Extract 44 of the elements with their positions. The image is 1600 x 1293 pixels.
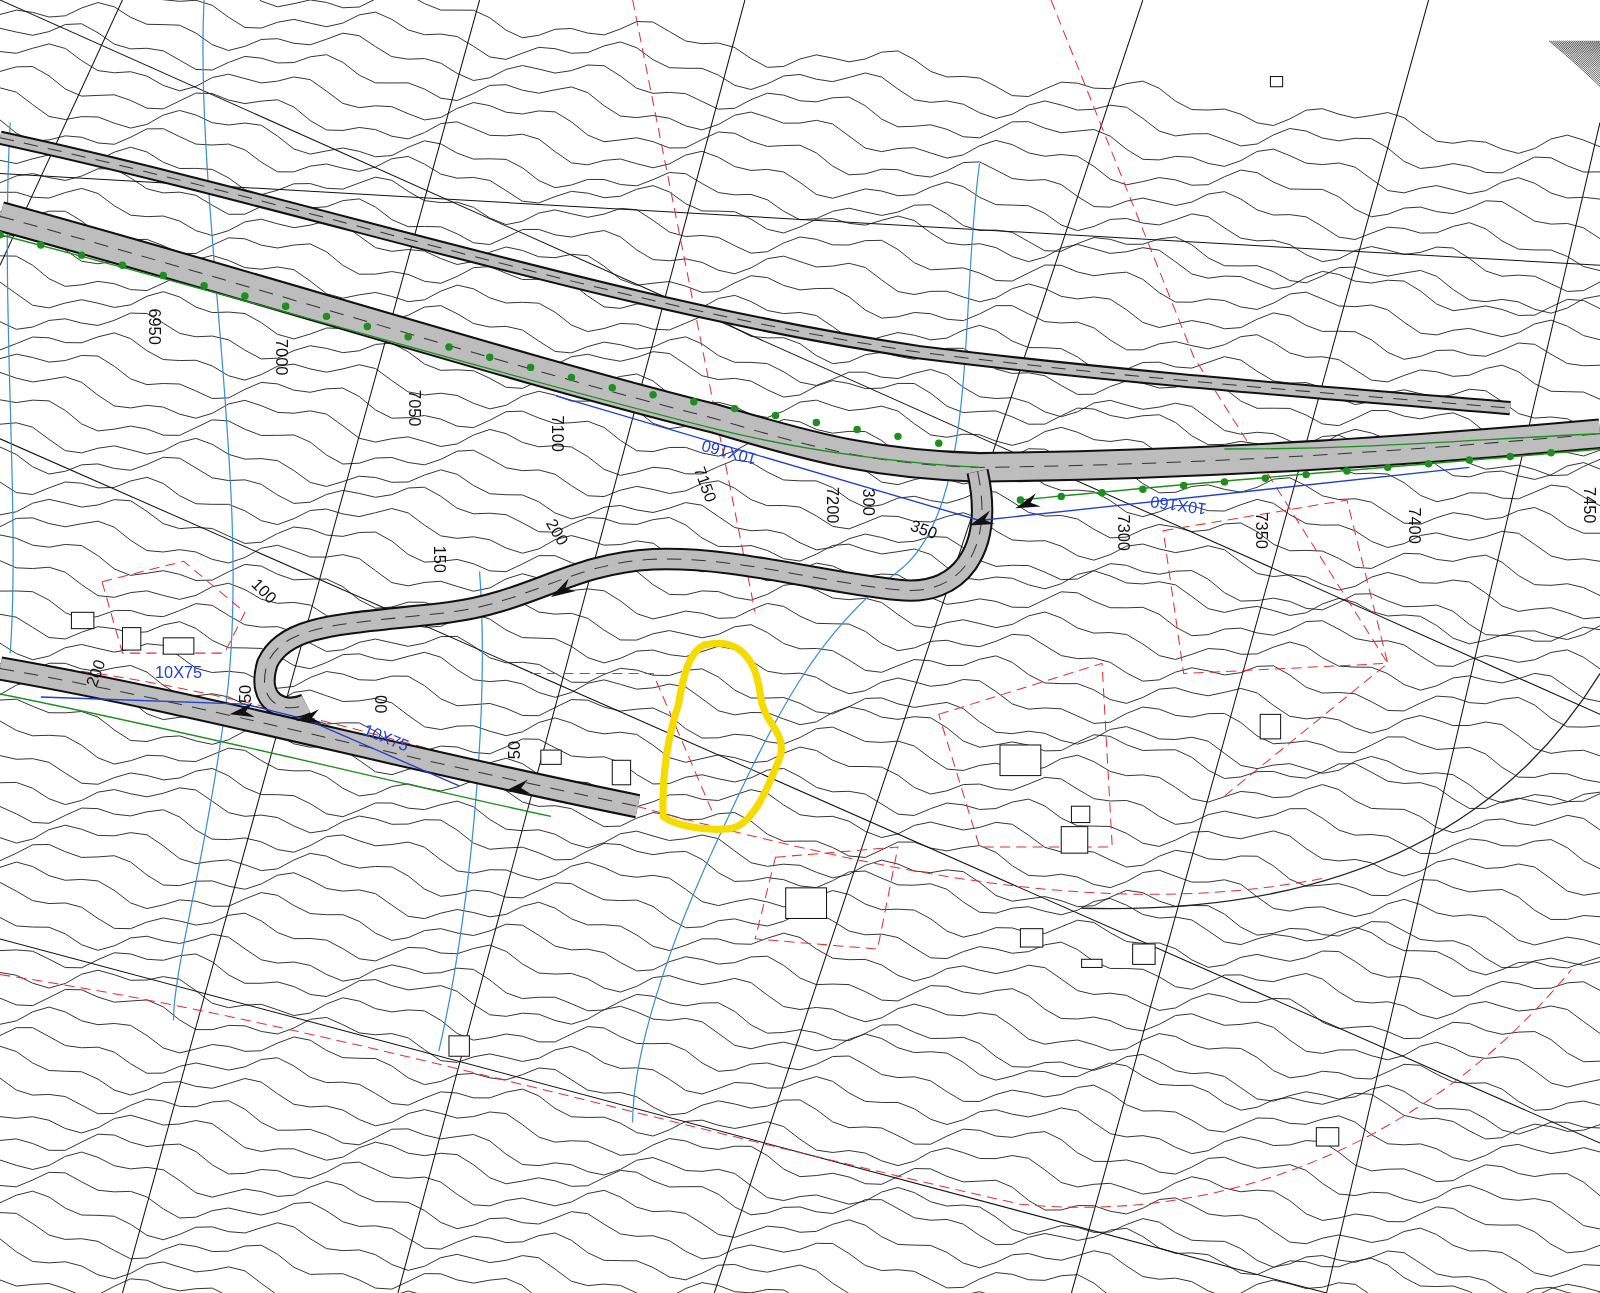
building-outline [1081,958,1103,968]
building-outline [999,744,1042,777]
building-outline [1315,1127,1340,1147]
building-outline [1132,943,1156,965]
direction-arrow [505,779,531,794]
culvert-label: 10X75 [155,662,203,681]
building-outline [1269,76,1284,88]
chainage-label: 200 [543,515,573,549]
chainage-label: 300 [860,488,879,516]
chainage-label: 7000 [273,339,292,376]
chainage-label: 7200 [824,487,843,524]
building-outline [70,611,95,630]
culvert-label: 10X160 [1149,493,1208,519]
chainage-label: 350 [908,515,940,543]
direction-arrow [1015,493,1041,509]
chainage-label: 7450 [1581,487,1600,524]
direction-arrow [969,510,995,526]
culvert-label: 10X75 [361,720,412,755]
building-outline [1259,713,1282,740]
chainage-label: 7400 [1405,507,1424,544]
chainage-label: 50 [504,741,523,760]
direction-arrow [295,709,322,724]
chainage-label: 7100 [548,415,567,452]
building-outline [1070,805,1091,824]
building-outline [540,749,562,765]
building-outline [1019,928,1044,948]
chainage-label: 100 [248,574,281,607]
building-outline [121,627,142,651]
building-outline [611,759,632,786]
chainage-label: 7350 [1252,512,1271,549]
chainage-label: 150 [431,545,450,573]
building-outline [448,1035,470,1057]
building-outline [1060,826,1089,854]
building-outline [162,637,195,655]
chainage-label: 00 [372,695,391,714]
building-outline [785,887,828,919]
chainage-label: 7300 [1115,514,1134,551]
chainage-label: 6950 [145,308,164,345]
chainage-label: 50 [236,684,255,704]
direction-arrow [229,703,255,718]
chainage-label: 200 [82,657,109,689]
chainage-label: 7050 [405,390,424,427]
chainage-label: 7150 [691,464,721,505]
direction-arrow [551,578,576,597]
